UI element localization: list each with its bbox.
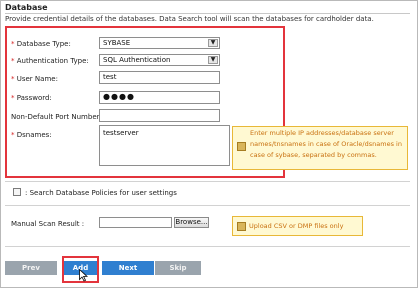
port-input[interactable] — [99, 109, 220, 122]
user-name-input[interactable]: test — [99, 71, 220, 84]
upload-hint-box: Upload CSV or DMP files only — [232, 216, 363, 236]
password-label-text: Password: — [16, 94, 52, 102]
chevron-down-icon[interactable]: ▼ — [208, 56, 218, 64]
required-marker: * — [11, 40, 15, 48]
section-title: Database — [5, 3, 48, 12]
user-name-label-text: User Name: — [16, 75, 58, 83]
database-type-label: * Database Type: — [11, 40, 71, 48]
next-button[interactable]: Next — [102, 261, 154, 275]
password-label: * Password: — [11, 94, 52, 102]
password-input[interactable]: ●●●● — [99, 91, 220, 104]
auth-type-value: SQL Authentication — [103, 56, 171, 64]
title-divider — [5, 13, 410, 14]
search-policies-checkbox[interactable] — [13, 188, 21, 196]
note-icon — [237, 142, 246, 151]
search-policies-label: : Search Database Policies for user sett… — [25, 189, 177, 197]
port-label: Non-Default Port Number: — [11, 113, 102, 121]
dsnames-label-text: Dsnames: — [16, 131, 52, 139]
skip-button[interactable]: Skip — [155, 261, 201, 275]
manual-scan-label: Manual Scan Result : — [11, 220, 85, 228]
mouse-pointer-icon — [79, 269, 88, 282]
required-marker: * — [11, 57, 15, 65]
database-type-select[interactable]: SYBASE ▼ — [99, 37, 220, 49]
dsnames-hint-box: Enter multiple IP addresses/database ser… — [232, 126, 408, 170]
manual-scan-file-input[interactable] — [99, 217, 172, 228]
browse-button[interactable]: Browse... — [174, 217, 209, 228]
dsnames-textarea[interactable]: testserver — [99, 125, 230, 166]
prev-button[interactable]: Prev — [5, 261, 57, 275]
section-description: Provide credential details of the databa… — [5, 15, 374, 23]
required-marker: * — [11, 94, 15, 102]
divider — [5, 181, 410, 182]
upload-hint-text: Upload CSV or DMP files only — [249, 222, 344, 230]
auth-type-label: * Authentication Type: — [11, 57, 89, 65]
dsnames-hint-line1: Enter multiple IP addresses/database ser… — [250, 129, 394, 137]
dsnames-hint-line2: names/tnsnames in case of Oracle/dsnames… — [250, 140, 402, 148]
required-marker: * — [11, 131, 15, 139]
divider — [5, 205, 410, 206]
database-type-label-text: Database Type: — [16, 40, 71, 48]
auth-type-select[interactable]: SQL Authentication ▼ — [99, 54, 220, 66]
dsnames-hint-line3: case of sybase, separated by commas. — [250, 151, 377, 159]
divider — [5, 246, 410, 247]
user-name-label: * User Name: — [11, 75, 58, 83]
chevron-down-icon[interactable]: ▼ — [208, 39, 218, 47]
database-type-value: SYBASE — [103, 39, 131, 47]
auth-type-label-text: Authentication Type: — [16, 57, 89, 65]
required-marker: * — [11, 75, 15, 83]
dsnames-label: * Dsnames: — [11, 131, 52, 139]
note-icon — [237, 222, 246, 231]
